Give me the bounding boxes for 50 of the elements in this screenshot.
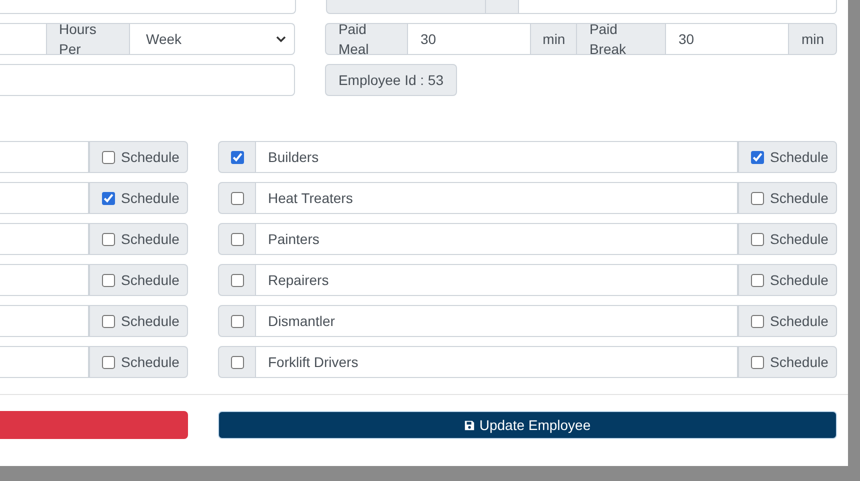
select-field[interactable]: Week (130, 23, 296, 55)
checkbox[interactable] (230, 356, 244, 368)
update-employee-button[interactable]: Update Employee (218, 411, 837, 439)
unit-label: min (789, 23, 837, 55)
text-input[interactable] (0, 64, 296, 96)
schedule-label: Schedule (770, 148, 828, 167)
checkbox[interactable] (230, 232, 244, 246)
paid-break-input[interactable]: 30 (666, 23, 790, 55)
schedule-label: Schedule (121, 353, 180, 372)
checkbox[interactable] (102, 314, 115, 328)
checkbox[interactable] (751, 356, 764, 368)
unit-label: min (531, 23, 578, 55)
text-input[interactable] (519, 0, 837, 14)
schedule-label: Schedule (770, 230, 828, 249)
checkbox[interactable] (751, 150, 764, 164)
schedule-label: Schedule (121, 271, 180, 290)
checkbox[interactable] (102, 232, 115, 246)
checkbox[interactable] (102, 356, 115, 368)
chevron-down-icon (276, 36, 286, 42)
schedule-label: Schedule (121, 148, 180, 167)
checkbox[interactable] (230, 192, 244, 204)
checkbox[interactable] (230, 314, 244, 328)
schedule-label: Schedule (121, 189, 180, 208)
position-name: Dismantler (256, 305, 738, 337)
text-input[interactable] (0, 0, 296, 14)
checkbox[interactable] (751, 314, 764, 328)
position-name: Repairers (256, 264, 738, 296)
checkbox[interactable] (751, 274, 764, 286)
schedule-label: Schedule (770, 189, 828, 208)
checkbox[interactable] (102, 150, 115, 164)
paid-meal-input[interactable]: 30 (408, 23, 532, 55)
checkbox[interactable] (751, 192, 764, 204)
schedule-label: Schedule (121, 312, 180, 331)
position-name: Painters (256, 223, 738, 255)
schedule-label: Schedule (770, 353, 828, 372)
checkbox[interactable] (102, 274, 115, 286)
checkbox[interactable] (751, 232, 764, 246)
position-name: Forklift Drivers (256, 346, 738, 378)
position-name: Builders (256, 141, 738, 173)
position-name: Heat Treaters (256, 182, 738, 214)
checkbox[interactable] (230, 274, 244, 286)
schedule-label: Schedule (770, 312, 828, 331)
schedule-label: Schedule (121, 230, 180, 249)
employee-id-label: Employee Id : 53 (325, 64, 456, 96)
paid-break-label: Paid Break (577, 23, 666, 55)
schedule-label: Schedule (770, 271, 828, 290)
checkbox[interactable] (102, 192, 115, 204)
checkbox[interactable] (230, 150, 244, 164)
paid-meal-label: Paid Meal (325, 23, 408, 55)
hours-per-label: Hours Per (47, 23, 130, 55)
